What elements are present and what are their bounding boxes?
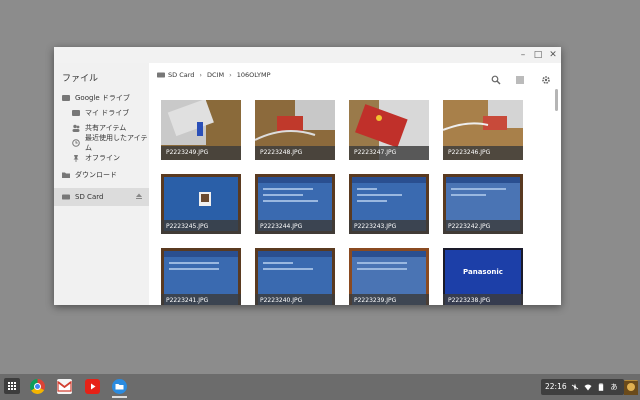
pin-icon [72, 154, 80, 162]
breadcrumb-separator: › [229, 71, 232, 79]
sidebar-item-label: マイ ドライブ [85, 109, 130, 117]
sidebar: ファイル Google ドライブ マイ ドライブ 共有アイテム 最近使用したアイ… [54, 63, 149, 305]
title-bar: – □ ✕ [54, 47, 561, 63]
battery-icon [597, 383, 605, 391]
my-drive-icon [72, 109, 80, 117]
file-thumbnail[interactable]: P2223244.JPG [255, 174, 335, 234]
search-icon[interactable] [491, 70, 501, 85]
panasonic-logo-text: Panasonic [463, 268, 503, 276]
sidebar-item-label: ダウンロード [75, 171, 117, 179]
sidebar-item-label: 共有アイテム [85, 124, 127, 132]
maximize-button[interactable]: □ [531, 49, 545, 61]
sd-card-icon [62, 193, 70, 201]
file-name: P2223248.JPG [255, 146, 335, 160]
ime-indicator: あ [610, 383, 618, 391]
file-name: P2223244.JPG [255, 220, 335, 234]
file-name: P2223245.JPG [161, 220, 241, 234]
clock: 22:16 [545, 382, 567, 391]
file-name: P2223240.JPG [255, 294, 335, 305]
file-thumbnail[interactable]: P2223246.JPG [443, 100, 523, 160]
file-thumbnail[interactable]: P2223241.JPG [161, 248, 241, 305]
eject-icon[interactable] [135, 192, 143, 202]
sidebar-item-label: オフライン [85, 154, 120, 162]
toolbar: SD Card › DCIM › 106OLYMP [149, 63, 561, 87]
sd-card-icon [157, 71, 165, 79]
sidebar-item-offline[interactable]: オフライン [54, 151, 149, 165]
file-thumbnail[interactable]: P2223240.JPG [255, 248, 335, 305]
file-thumbnail[interactable]: P2223239.JPG [349, 248, 429, 305]
file-thumbnail[interactable]: P2223249.JPG [161, 100, 241, 160]
sidebar-item-my-drive[interactable]: マイ ドライブ [54, 106, 149, 120]
file-name: P2223242.JPG [443, 220, 523, 234]
file-name: P2223243.JPG [349, 220, 429, 234]
sidebar-item-sd-card[interactable]: SD Card [54, 188, 149, 206]
active-app-indicator [112, 396, 127, 398]
file-grid: P2223249.JPG P2223248.JPG P2223247.JPG P… [149, 87, 561, 305]
gear-icon[interactable] [541, 70, 551, 84]
files-app-icon[interactable] [112, 379, 127, 394]
minimize-button[interactable]: – [516, 49, 530, 61]
close-button[interactable]: ✕ [546, 49, 560, 61]
sidebar-item-label: Google ドライブ [75, 94, 130, 102]
file-name: P2223249.JPG [161, 146, 241, 160]
file-thumbnail[interactable]: P2223243.JPG [349, 174, 429, 234]
sidebar-item-label: SD Card [75, 193, 104, 201]
sidebar-item-downloads[interactable]: ダウンロード [54, 168, 149, 182]
file-thumbnail[interactable]: P2223247.JPG [349, 100, 429, 160]
breadcrumb-sd-card[interactable]: SD Card [168, 71, 194, 79]
grid-view-icon[interactable] [515, 70, 525, 84]
sidebar-item-google-drive[interactable]: Google ドライブ [54, 91, 149, 105]
breadcrumb-separator: › [199, 71, 203, 79]
download-folder-icon [62, 171, 70, 179]
file-name: P2223238.JPG [443, 294, 523, 305]
app-launcher-button[interactable] [4, 378, 20, 394]
file-name: P2223241.JPG [161, 294, 241, 305]
wifi-icon [584, 383, 592, 391]
breadcrumb-dcim[interactable]: DCIM [207, 71, 224, 79]
app-title: ファイル [62, 74, 99, 84]
chrome-icon[interactable] [30, 379, 45, 394]
files-app-window: – □ ✕ ファイル Google ドライブ マイ ドライブ 共有アイテム 最近… [54, 47, 561, 305]
file-thumbnail[interactable]: P2223242.JPG [443, 174, 523, 234]
sidebar-item-recent[interactable]: 最近使用したアイテム [54, 134, 149, 152]
file-thumbnail[interactable]: Panasonic P2223238.JPG [443, 248, 523, 305]
file-thumbnail[interactable]: P2223245.JPG [161, 174, 241, 234]
shared-icon [72, 124, 80, 132]
status-area[interactable]: 22:16 あ [541, 379, 624, 395]
avatar[interactable] [624, 380, 638, 395]
clock-icon [72, 139, 80, 147]
youtube-icon[interactable] [85, 379, 100, 394]
file-thumbnail[interactable]: P2223248.JPG [255, 100, 335, 160]
notification-icon [571, 383, 579, 391]
gmail-icon[interactable] [57, 379, 72, 394]
sidebar-item-label: 最近使用したアイテム [85, 134, 148, 152]
file-name: P2223246.JPG [443, 146, 523, 160]
file-name: P2223247.JPG [349, 146, 429, 160]
file-name: P2223239.JPG [349, 294, 429, 305]
breadcrumb-106olymp[interactable]: 106OLYMP [237, 71, 271, 79]
breadcrumb: SD Card › DCIM › 106OLYMP [157, 71, 270, 79]
drive-icon [62, 94, 70, 102]
